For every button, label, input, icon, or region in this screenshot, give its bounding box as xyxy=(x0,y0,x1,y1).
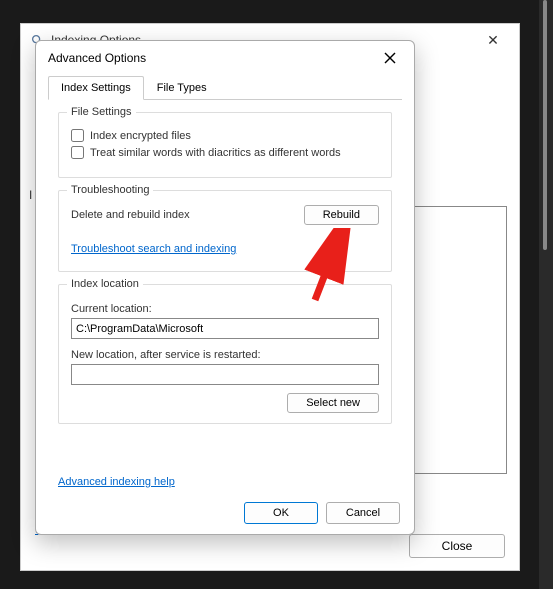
dialog-header: Advanced Options xyxy=(36,41,414,75)
new-location-label: New location, after service is restarted… xyxy=(71,349,379,361)
diacritics-label: Treat similar words with diacritics as d… xyxy=(90,147,341,159)
file-settings-group: File Settings Index encrypted files Trea… xyxy=(58,112,392,178)
parent-side-text: I xyxy=(29,188,32,202)
cancel-button[interactable]: Cancel xyxy=(326,502,400,524)
parent-close-footer-button[interactable]: Close xyxy=(409,534,505,558)
ok-button[interactable]: OK xyxy=(244,502,318,524)
index-location-legend: Index location xyxy=(67,278,143,290)
tab-index-settings[interactable]: Index Settings xyxy=(48,76,144,100)
page-scrollbar[interactable] xyxy=(539,0,553,589)
current-location-label: Current location: xyxy=(71,303,379,315)
dialog-button-row: OK Cancel xyxy=(244,502,400,524)
tab-strip: Index Settings File Types xyxy=(48,75,402,100)
troubleshooting-legend: Troubleshooting xyxy=(67,184,153,196)
index-encrypted-files-checkbox[interactable] xyxy=(71,129,84,142)
select-new-button[interactable]: Select new xyxy=(287,393,379,413)
index-location-group: Index location Current location: New loc… xyxy=(58,284,392,424)
dialog-title: Advanced Options xyxy=(48,51,146,65)
diacritics-checkbox[interactable] xyxy=(71,146,84,159)
advanced-indexing-help-link[interactable]: Advanced indexing help xyxy=(58,476,175,488)
rebuild-button[interactable]: Rebuild xyxy=(304,205,379,225)
delete-rebuild-label: Delete and rebuild index xyxy=(71,209,190,221)
close-icon[interactable] xyxy=(378,46,402,70)
advanced-options-dialog: Advanced Options Index Settings File Typ… xyxy=(35,40,415,535)
scrollbar-thumb[interactable] xyxy=(543,0,547,250)
troubleshooting-group: Troubleshooting Delete and rebuild index… xyxy=(58,190,392,272)
file-settings-legend: File Settings xyxy=(67,106,136,118)
current-location-field[interactable] xyxy=(71,318,379,339)
new-location-field[interactable] xyxy=(71,364,379,385)
troubleshoot-search-link[interactable]: Troubleshoot search and indexing xyxy=(71,243,236,255)
index-encrypted-files-label: Index encrypted files xyxy=(90,130,191,142)
tab-file-types[interactable]: File Types xyxy=(144,76,220,100)
parent-close-button[interactable]: ✕ xyxy=(475,27,511,53)
